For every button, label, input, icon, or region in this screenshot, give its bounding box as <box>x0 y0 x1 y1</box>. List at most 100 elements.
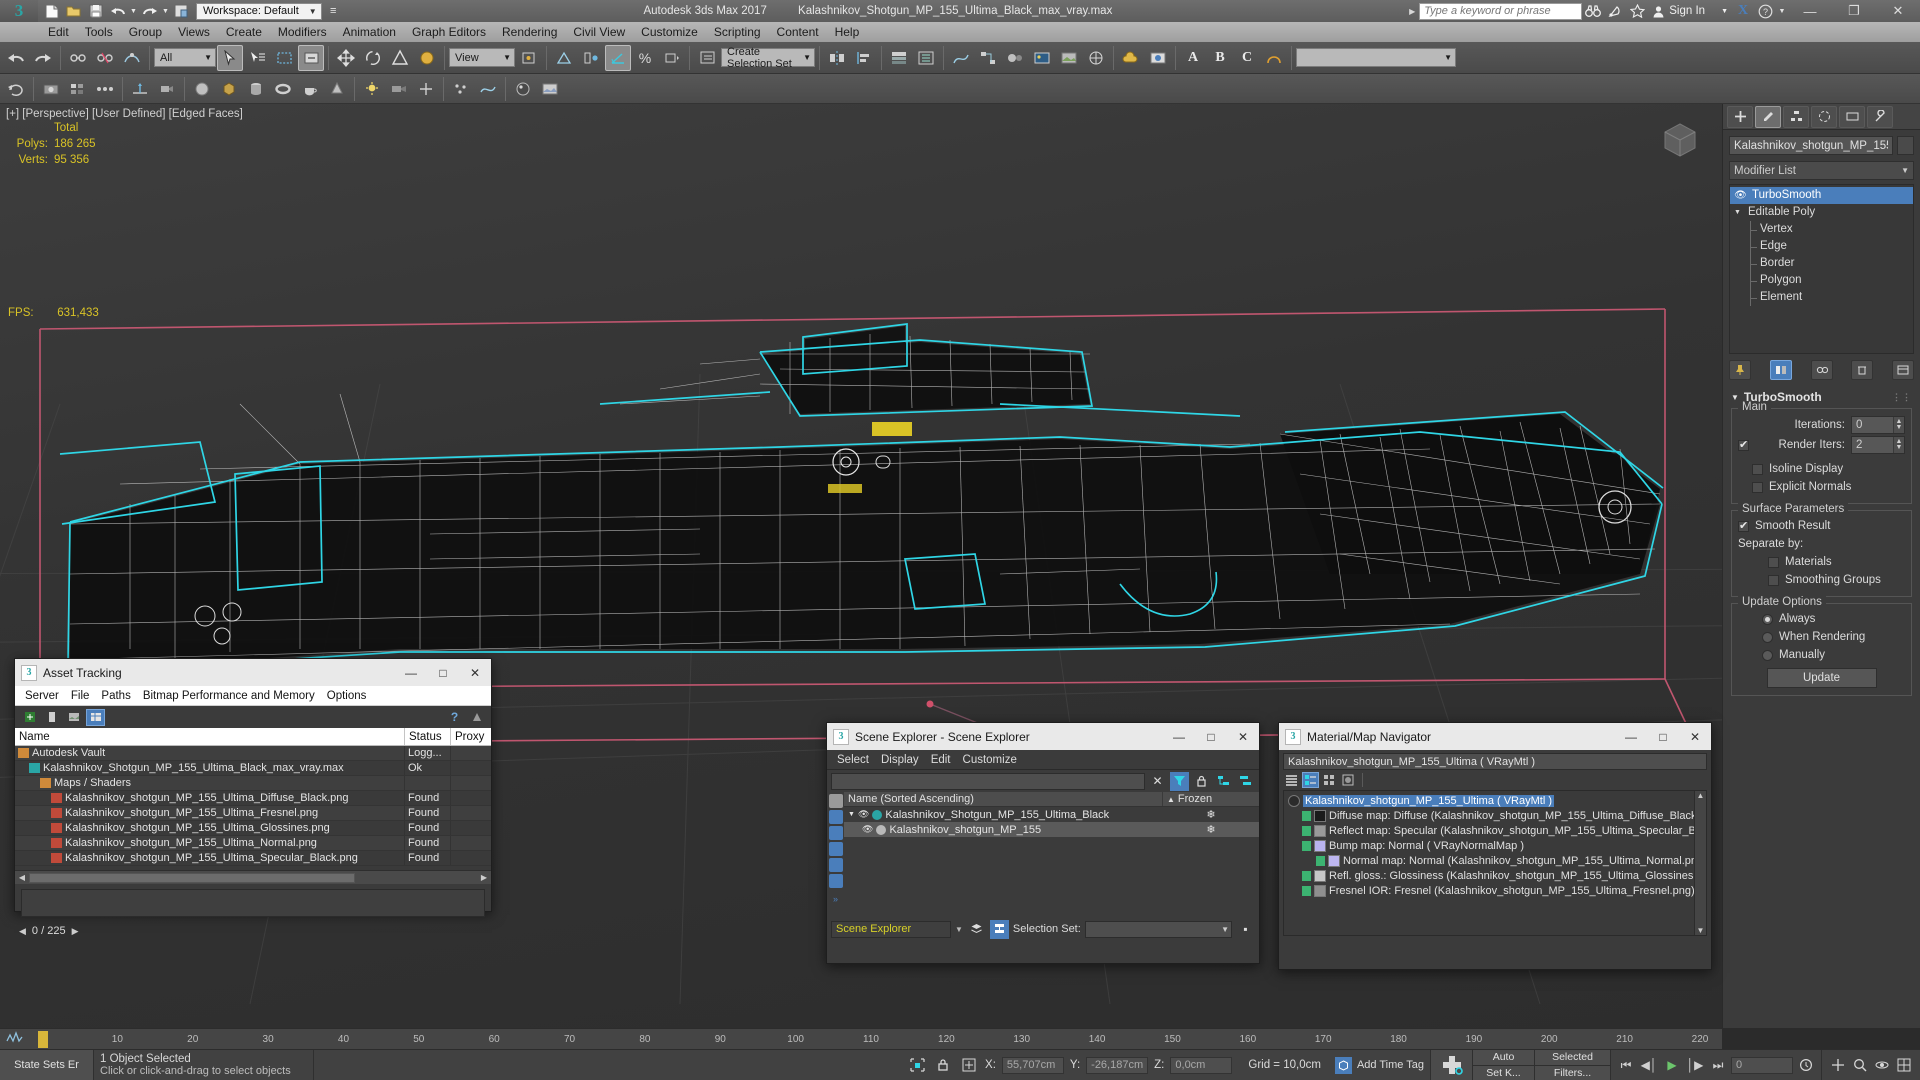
material-tree-item[interactable]: Diffuse map: Diffuse (Kalashnikov_shotgu… <box>1284 808 1706 823</box>
column-name[interactable]: Name <box>15 728 405 745</box>
asset-menu-server[interactable]: Server <box>19 690 65 702</box>
selection-lock-region-icon[interactable] <box>907 1055 927 1075</box>
help-icon[interactable]: ? <box>445 709 464 726</box>
material-tree-item[interactable]: Fresnel IOR: Fresnel (Kalashnikov_shotgu… <box>1284 883 1706 898</box>
menu-item-customize[interactable]: Customize <box>633 22 706 42</box>
select-link-icon[interactable] <box>65 45 91 71</box>
particle-system-icon[interactable] <box>448 76 474 102</box>
explicit-normals-row[interactable]: Explicit Normals <box>1738 478 1905 496</box>
object-name-input[interactable] <box>1729 136 1893 155</box>
render-iters-spinner[interactable]: 2 ▲ ▼ <box>1851 436 1905 454</box>
rendered-frame-window-icon[interactable] <box>1056 45 1082 71</box>
asset-menu-file[interactable]: File <box>65 690 96 702</box>
scroll-right-icon[interactable]: ▶ <box>477 873 491 882</box>
material-navigator-maximize[interactable]: □ <box>1647 723 1679 750</box>
maximize-button[interactable]: ❐ <box>1832 0 1876 22</box>
pan-view-icon[interactable] <box>1828 1055 1848 1075</box>
make-unique-icon[interactable] <box>1810 360 1833 380</box>
spinner-arrows-icon[interactable]: ▲ ▼ <box>1893 417 1904 433</box>
asset-table-body[interactable]: Autodesk Vault Logg... Kalashnikov_Shotgun… <box>15 746 491 870</box>
redo-dropdown-icon[interactable]: ▼ <box>161 2 170 21</box>
isoline-display-row[interactable]: Isoline Display <box>1738 460 1905 478</box>
bind-to-space-warp-icon[interactable] <box>119 45 145 71</box>
clear-search-icon[interactable]: ✕ <box>1148 772 1167 791</box>
qat-overflow-icon[interactable]: ≡ <box>323 2 344 21</box>
set-key-button[interactable]: Set K... <box>1473 1065 1534 1080</box>
render-setup-icon[interactable] <box>1029 45 1055 71</box>
list-view-icon[interactable] <box>42 709 61 726</box>
modifier-stack-item-edge[interactable]: Edge <box>1730 238 1913 255</box>
undo-tool-icon[interactable] <box>3 45 29 71</box>
smoothing-groups-checkbox[interactable] <box>1768 574 1779 586</box>
scroll-down-icon[interactable]: ▼ <box>1697 926 1705 935</box>
light-icon[interactable] <box>359 76 385 102</box>
asset-menu-options[interactable]: Options <box>321 690 373 702</box>
text-tool-c-icon[interactable]: C <box>1234 45 1260 71</box>
asset-tracking-minimize[interactable]: — <box>395 659 427 686</box>
material-tree-item[interactable]: Bump map: Normal ( VRayNormalMap ) <box>1284 838 1706 853</box>
filter-geometry-icon[interactable] <box>828 810 843 824</box>
next-frame-icon[interactable]: │▶ <box>1685 1055 1705 1075</box>
sign-in-chevron-icon[interactable]: ▼ <box>1721 8 1728 15</box>
asset-tracking-close[interactable]: ✕ <box>459 659 491 686</box>
filter-icon[interactable] <box>1170 771 1189 791</box>
filter-helpers-icon[interactable] <box>828 858 843 872</box>
exchange-app-icon[interactable]: X <box>1732 0 1754 22</box>
modifier-stack-item-border[interactable]: Border <box>1730 255 1913 272</box>
scene-menu-edit[interactable]: Edit <box>925 754 957 766</box>
progress-prev-icon[interactable]: ◀ <box>19 926 26 937</box>
visibility-eye-icon[interactable]: 👁 <box>1734 187 1747 204</box>
explorer-name-field[interactable]: Scene Explorer <box>831 920 951 938</box>
modifier-stack-item-polygon[interactable]: Polygon <box>1730 272 1913 289</box>
collapse-all-icon[interactable] <box>1236 772 1255 791</box>
modifier-list-dropdown[interactable]: Modifier List ▼ <box>1729 161 1914 180</box>
selection-set-combo[interactable]: ▼ <box>1084 920 1232 938</box>
time-slider-handle[interactable] <box>38 1031 48 1048</box>
text-tool-a-icon[interactable]: A <box>1180 45 1206 71</box>
play-animation-icon[interactable]: ▶ <box>1662 1055 1682 1075</box>
menu-item-views[interactable]: Views <box>170 22 218 42</box>
set-key-big-button[interactable] <box>1430 1050 1472 1080</box>
material-navigator-minimize[interactable]: — <box>1615 723 1647 750</box>
time-slider[interactable]: 0102030405060708090100110120130140150160… <box>0 1028 1722 1049</box>
view-list-and-icons-icon[interactable] <box>1302 772 1319 788</box>
menu-item-tools[interactable]: Tools <box>77 22 121 42</box>
menu-item-animation[interactable]: Animation <box>335 22 404 42</box>
key-mode-selected-button[interactable]: Selected <box>1535 1050 1610 1066</box>
time-configuration-icon[interactable] <box>1796 1055 1816 1075</box>
tab-display[interactable] <box>1839 105 1865 128</box>
absolute-relative-mode-icon[interactable] <box>959 1055 979 1075</box>
state-sets-button[interactable]: State Sets Er <box>0 1050 94 1080</box>
space-warp-icon[interactable] <box>475 76 501 102</box>
new-file-icon[interactable] <box>41 2 62 21</box>
smoothing-groups-row[interactable]: Smoothing Groups <box>1738 571 1905 589</box>
menu-item-modifiers[interactable]: Modifiers <box>270 22 335 42</box>
filter-space-warps-icon[interactable] <box>828 874 843 888</box>
asset-menu-bitmap-performance-and-memory[interactable]: Bitmap Performance and Memory <box>137 690 321 702</box>
update-button[interactable]: Update <box>1766 668 1877 688</box>
scene-explorer-icon[interactable] <box>913 45 939 71</box>
when-rendering-row[interactable]: When Rendering <box>1738 628 1905 646</box>
search-input[interactable]: Type a keyword or phrase <box>1419 2 1583 20</box>
array-icon[interactable] <box>65 76 91 102</box>
sphere-primitive-icon[interactable] <box>189 76 215 102</box>
select-object-icon[interactable] <box>217 44 243 71</box>
vault-status-icon[interactable] <box>467 709 486 726</box>
select-and-move-icon[interactable] <box>333 45 359 71</box>
column-frozen[interactable]: ▲ Frozen <box>1163 792 1259 806</box>
iterations-spinner[interactable]: 0 ▲ ▼ <box>1851 416 1905 434</box>
tab-create[interactable] <box>1727 105 1753 128</box>
favorites-star-icon[interactable] <box>1626 0 1648 22</box>
menu-item-content[interactable]: Content <box>769 22 827 42</box>
progress-next-icon[interactable]: ▶ <box>72 926 79 937</box>
open-autodesk-a360-gallery-icon[interactable] <box>1145 45 1171 71</box>
open-file-icon[interactable] <box>63 2 84 21</box>
object-color-swatch[interactable] <box>1897 136 1914 155</box>
table-row[interactable]: Kalashnikov_shotgun_MP_155_Ultima_Glossi… <box>15 821 491 836</box>
curve-tool-icon[interactable] <box>1261 45 1287 71</box>
view-large-icons-icon[interactable] <box>1340 772 1357 788</box>
render-in-cloud-icon[interactable] <box>1118 45 1144 71</box>
select-by-name-icon[interactable] <box>244 45 270 71</box>
text-tool-b-icon[interactable]: B <box>1207 45 1233 71</box>
refresh-assets-icon[interactable] <box>20 709 39 726</box>
